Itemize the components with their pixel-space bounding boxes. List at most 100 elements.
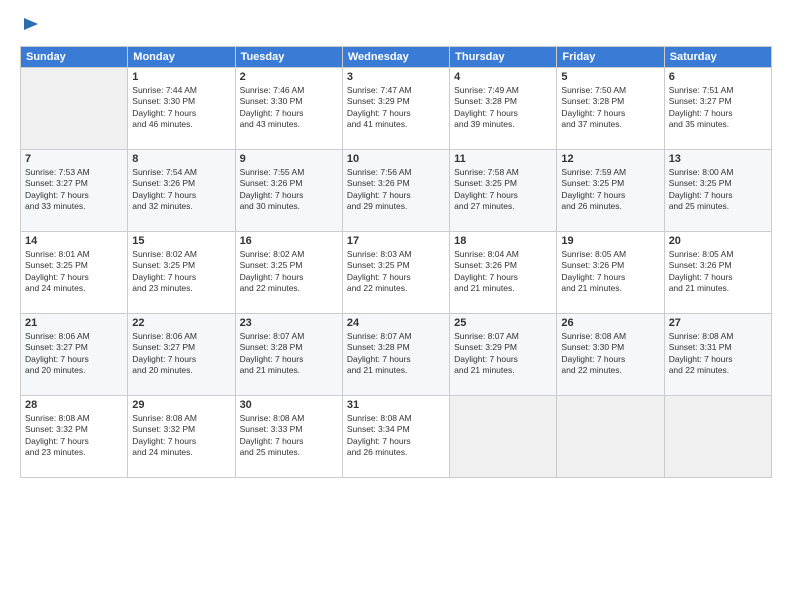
calendar-cell: 31Sunrise: 8:08 AM Sunset: 3:34 PM Dayli… — [342, 396, 449, 478]
day-number: 14 — [25, 235, 123, 247]
week-row-2: 7 Sunrise: 7:53 AM Sunset: 3:27 PM Daylig… — [21, 150, 772, 232]
day-number: 7 — [25, 153, 123, 165]
calendar-cell: 21 Sunrise: 8:06 AM Sunset: 3:27 PM Dayli… — [21, 314, 128, 396]
calendar-cell — [450, 396, 557, 478]
day-number: 8 — [132, 153, 230, 165]
day-number: 25 — [454, 317, 552, 329]
calendar-cell: 28 Sunrise: 8:08 AM Sunset: 3:32 PM Dayli… — [21, 396, 128, 478]
cell-info: Sunrise: 7:47 AM Sunset: 3:29 PM Dayligh… — [347, 85, 445, 131]
day-number: 9 — [240, 153, 338, 165]
weekday-header-friday: Friday — [557, 47, 664, 68]
calendar-cell: 20 Sunrise: 8:05 AM Sunset: 3:26 PM Dayli… — [664, 232, 771, 314]
cell-info: Sunrise: 8:08 AM Sunset: 3:32 PM Dayligh… — [25, 413, 123, 459]
cell-info: Sunrise: 8:03 AM Sunset: 3:25 PM Dayligh… — [347, 249, 445, 295]
day-number: 13 — [669, 153, 767, 165]
logo — [20, 16, 40, 36]
cell-info: Sunrise: 7:44 AM Sunset: 3:30 PM Dayligh… — [132, 85, 230, 131]
calendar-cell: 14 Sunrise: 8:01 AM Sunset: 3:25 PM Dayli… — [21, 232, 128, 314]
day-number: 3 — [347, 71, 445, 83]
cell-info: Sunrise: 8:06 AM Sunset: 3:27 PM Dayligh… — [132, 331, 230, 377]
calendar-cell: 17Sunrise: 8:03 AM Sunset: 3:25 PM Dayli… — [342, 232, 449, 314]
day-number: 28 — [25, 399, 123, 411]
calendar-cell — [664, 396, 771, 478]
weekday-header-row: SundayMondayTuesdayWednesdayThursdayFrid… — [21, 47, 772, 68]
day-number: 20 — [669, 235, 767, 247]
calendar-cell: 2 Sunrise: 7:46 AM Sunset: 3:30 PM Daylig… — [235, 68, 342, 150]
calendar-cell: 30 Sunrise: 8:08 AM Sunset: 3:33 PM Dayli… — [235, 396, 342, 478]
cell-info: Sunrise: 7:58 AM Sunset: 3:25 PM Dayligh… — [454, 167, 552, 213]
weekday-header-saturday: Saturday — [664, 47, 771, 68]
cell-info: Sunrise: 8:07 AM Sunset: 3:28 PM Dayligh… — [240, 331, 338, 377]
weekday-header-sunday: Sunday — [21, 47, 128, 68]
calendar-table: SundayMondayTuesdayWednesdayThursdayFrid… — [20, 46, 772, 478]
week-row-5: 28 Sunrise: 8:08 AM Sunset: 3:32 PM Dayli… — [21, 396, 772, 478]
cell-info: Sunrise: 7:46 AM Sunset: 3:30 PM Dayligh… — [240, 85, 338, 131]
calendar-cell: 16Sunrise: 8:02 AM Sunset: 3:25 PM Dayli… — [235, 232, 342, 314]
day-number: 5 — [561, 71, 659, 83]
calendar-cell: 11 Sunrise: 7:58 AM Sunset: 3:25 PM Dayli… — [450, 150, 557, 232]
cell-info: Sunrise: 8:08 AM Sunset: 3:33 PM Dayligh… — [240, 413, 338, 459]
day-number: 1 — [132, 71, 230, 83]
cell-info: Sunrise: 7:51 AM Sunset: 3:27 PM Dayligh… — [669, 85, 767, 131]
cell-info: Sunrise: 8:08 AM Sunset: 3:32 PM Dayligh… — [132, 413, 230, 459]
calendar-cell — [557, 396, 664, 478]
cell-info: Sunrise: 8:08 AM Sunset: 3:31 PM Dayligh… — [669, 331, 767, 377]
cell-info: Sunrise: 8:04 AM Sunset: 3:26 PM Dayligh… — [454, 249, 552, 295]
day-number: 2 — [240, 71, 338, 83]
day-number: 24 — [347, 317, 445, 329]
calendar-cell — [21, 68, 128, 150]
calendar-cell: 12 Sunrise: 7:59 AM Sunset: 3:25 PM Dayli… — [557, 150, 664, 232]
cell-info: Sunrise: 7:53 AM Sunset: 3:27 PM Dayligh… — [25, 167, 123, 213]
page: SundayMondayTuesdayWednesdayThursdayFrid… — [0, 0, 792, 612]
cell-info: Sunrise: 7:59 AM Sunset: 3:25 PM Dayligh… — [561, 167, 659, 213]
cell-info: Sunrise: 8:08 AM Sunset: 3:34 PM Dayligh… — [347, 413, 445, 459]
day-number: 6 — [669, 71, 767, 83]
header — [20, 16, 772, 36]
day-number: 23 — [240, 317, 338, 329]
calendar-cell: 26 Sunrise: 8:08 AM Sunset: 3:30 PM Dayli… — [557, 314, 664, 396]
calendar-cell: 8 Sunrise: 7:54 AM Sunset: 3:26 PM Daylig… — [128, 150, 235, 232]
day-number: 12 — [561, 153, 659, 165]
calendar-cell: 1 Sunrise: 7:44 AM Sunset: 3:30 PM Daylig… — [128, 68, 235, 150]
cell-info: Sunrise: 7:54 AM Sunset: 3:26 PM Dayligh… — [132, 167, 230, 213]
cell-info: Sunrise: 7:55 AM Sunset: 3:26 PM Dayligh… — [240, 167, 338, 213]
cell-info: Sunrise: 7:56 AM Sunset: 3:26 PM Dayligh… — [347, 167, 445, 213]
cell-info: Sunrise: 8:08 AM Sunset: 3:30 PM Dayligh… — [561, 331, 659, 377]
day-number: 11 — [454, 153, 552, 165]
day-number: 22 — [132, 317, 230, 329]
calendar-cell: 25 Sunrise: 8:07 AM Sunset: 3:29 PM Dayli… — [450, 314, 557, 396]
weekday-header-wednesday: Wednesday — [342, 47, 449, 68]
day-number: 16 — [240, 235, 338, 247]
calendar-cell: 15 Sunrise: 8:02 AM Sunset: 3:25 PM Dayli… — [128, 232, 235, 314]
calendar-cell: 5 Sunrise: 7:50 AM Sunset: 3:28 PM Daylig… — [557, 68, 664, 150]
week-row-1: 1 Sunrise: 7:44 AM Sunset: 3:30 PM Daylig… — [21, 68, 772, 150]
calendar-cell: 7 Sunrise: 7:53 AM Sunset: 3:27 PM Daylig… — [21, 150, 128, 232]
cell-info: Sunrise: 8:01 AM Sunset: 3:25 PM Dayligh… — [25, 249, 123, 295]
cell-info: Sunrise: 8:06 AM Sunset: 3:27 PM Dayligh… — [25, 331, 123, 377]
cell-info: Sunrise: 8:07 AM Sunset: 3:28 PM Dayligh… — [347, 331, 445, 377]
day-number: 27 — [669, 317, 767, 329]
day-number: 26 — [561, 317, 659, 329]
weekday-header-monday: Monday — [128, 47, 235, 68]
weekday-header-thursday: Thursday — [450, 47, 557, 68]
calendar-cell: 22 Sunrise: 8:06 AM Sunset: 3:27 PM Dayli… — [128, 314, 235, 396]
day-number: 18 — [454, 235, 552, 247]
week-row-4: 21 Sunrise: 8:06 AM Sunset: 3:27 PM Dayli… — [21, 314, 772, 396]
cell-info: Sunrise: 8:07 AM Sunset: 3:29 PM Dayligh… — [454, 331, 552, 377]
day-number: 30 — [240, 399, 338, 411]
cell-info: Sunrise: 8:02 AM Sunset: 3:25 PM Dayligh… — [132, 249, 230, 295]
day-number: 15 — [132, 235, 230, 247]
calendar-cell: 18 Sunrise: 8:04 AM Sunset: 3:26 PM Dayli… — [450, 232, 557, 314]
cell-info: Sunrise: 7:50 AM Sunset: 3:28 PM Dayligh… — [561, 85, 659, 131]
calendar-cell: 27 Sunrise: 8:08 AM Sunset: 3:31 PM Dayli… — [664, 314, 771, 396]
calendar-cell: 13Sunrise: 8:00 AM Sunset: 3:25 PM Dayli… — [664, 150, 771, 232]
day-number: 21 — [25, 317, 123, 329]
day-number: 10 — [347, 153, 445, 165]
calendar-cell: 19Sunrise: 8:05 AM Sunset: 3:26 PM Dayli… — [557, 232, 664, 314]
week-row-3: 14 Sunrise: 8:01 AM Sunset: 3:25 PM Dayli… — [21, 232, 772, 314]
calendar-cell: 9 Sunrise: 7:55 AM Sunset: 3:26 PM Daylig… — [235, 150, 342, 232]
calendar-cell: 23 Sunrise: 8:07 AM Sunset: 3:28 PM Dayli… — [235, 314, 342, 396]
calendar-cell: 10 Sunrise: 7:56 AM Sunset: 3:26 PM Dayli… — [342, 150, 449, 232]
cell-info: Sunrise: 8:05 AM Sunset: 3:26 PM Dayligh… — [669, 249, 767, 295]
calendar-cell: 3 Sunrise: 7:47 AM Sunset: 3:29 PM Daylig… — [342, 68, 449, 150]
